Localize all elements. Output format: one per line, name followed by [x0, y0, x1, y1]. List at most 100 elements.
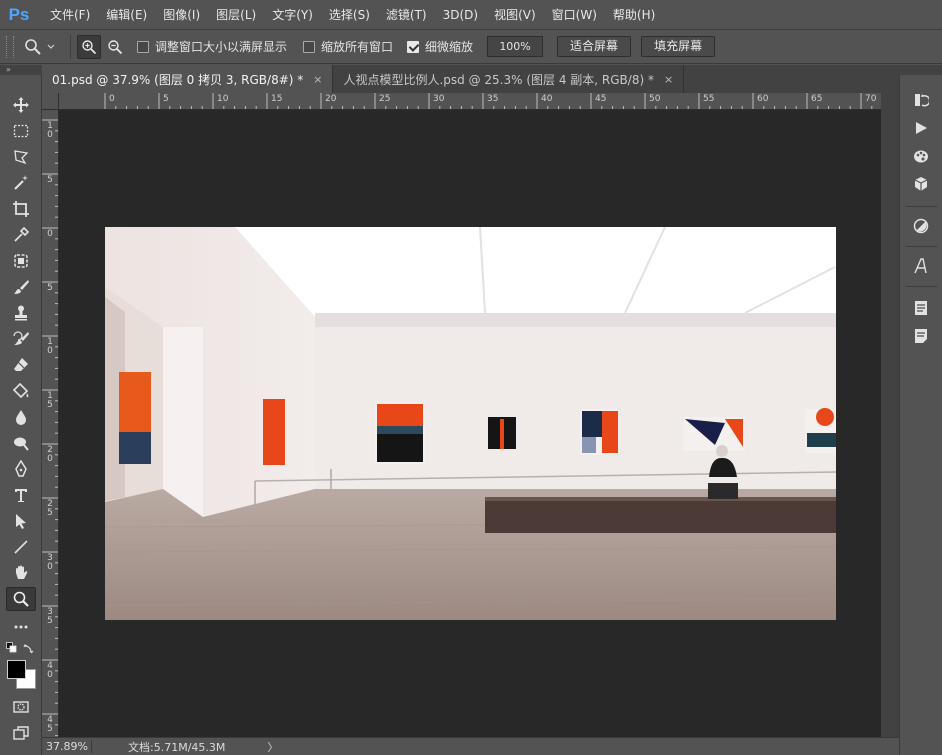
- close-icon[interactable]: ×: [664, 73, 673, 86]
- ruler-label: 0: [109, 94, 115, 104]
- status-menu-arrow[interactable]: 〉: [267, 739, 278, 755]
- paint-bucket-tool[interactable]: [6, 379, 36, 403]
- actions-panel-button[interactable]: [911, 118, 931, 138]
- status-bar: 37.89% 文档:5.71M/45.3M 〉: [42, 737, 899, 755]
- palette-icon: [914, 150, 928, 163]
- eyedropper-tool[interactable]: [6, 223, 36, 247]
- zoom-in-icon: [82, 39, 97, 54]
- document-canvas[interactable]: [59, 110, 881, 737]
- zoom-in-button[interactable]: [77, 34, 101, 59]
- scrubby-zoom-checkbox[interactable]: [407, 40, 420, 53]
- quick-mask-button[interactable]: [6, 695, 36, 719]
- menu-3d[interactable]: 3D(D): [435, 0, 486, 30]
- eraser-tool[interactable]: [6, 353, 36, 377]
- menu-layer[interactable]: 图层(L): [208, 0, 264, 30]
- options-grip[interactable]: [6, 35, 14, 58]
- character-panel-button[interactable]: [911, 256, 931, 276]
- gallery-render-image[interactable]: [105, 227, 836, 620]
- photoshop-logo[interactable]: Ps: [4, 0, 34, 30]
- resize-windows-label: 调整窗口大小以满屏显示: [155, 40, 288, 54]
- screen-mode-button[interactable]: [6, 721, 36, 745]
- ruler-origin[interactable]: [42, 93, 59, 110]
- crop-icon: [13, 201, 29, 217]
- ruler-label: 35: [487, 94, 499, 104]
- hand-tool[interactable]: [6, 561, 36, 585]
- horizontal-ruler[interactable]: 0 5 10 15 20 25 30 35 40 45 50 55 60 65 …: [59, 93, 881, 110]
- path-selection-tool[interactable]: [6, 509, 36, 533]
- ruler-label: 70: [865, 94, 877, 104]
- color-panel-button[interactable]: [911, 146, 931, 166]
- menu-image[interactable]: 图像(I): [155, 0, 208, 30]
- marquee-tool[interactable]: [6, 119, 36, 143]
- history-brush-tool[interactable]: [6, 327, 36, 351]
- panels-collapse-button[interactable]: [899, 65, 942, 75]
- vertical-ruler[interactable]: 1 0 5 0 5 1 0 1 5 2 0 2 5 3 0 3 5 4 0 4 …: [42, 110, 59, 737]
- adjustment-icon: [913, 218, 929, 234]
- tab-document-scale-figure[interactable]: 人视点模型比例人.psd @ 25.3% (图层 4 副本, RGB/8) * …: [333, 65, 685, 93]
- pen-tool[interactable]: [6, 457, 36, 481]
- blur-tool[interactable]: [6, 405, 36, 429]
- move-tool[interactable]: [6, 93, 36, 117]
- dodge-tool[interactable]: [6, 431, 36, 455]
- zoom-tool[interactable]: [6, 587, 36, 611]
- magic-wand-tool[interactable]: [6, 171, 36, 195]
- line-tool[interactable]: [6, 535, 36, 559]
- zoom-percent-field[interactable]: 100%: [487, 36, 544, 57]
- type-tool[interactable]: [6, 483, 36, 507]
- close-icon[interactable]: ×: [313, 73, 322, 86]
- 3d-panel-button[interactable]: [911, 174, 931, 194]
- resize-windows-option[interactable]: 调整窗口大小以满屏显示: [137, 38, 287, 55]
- menu-window[interactable]: 窗口(W): [544, 0, 605, 30]
- toolbar-collapse-button[interactable]: »: [0, 65, 42, 75]
- adjustments-panel-button[interactable]: [911, 216, 931, 236]
- history-icon: [915, 94, 929, 107]
- quick-mask-icon: [13, 701, 29, 713]
- zoom-all-windows-label: 缩放所有窗口: [321, 40, 394, 54]
- tool-preset-picker[interactable]: [24, 38, 64, 56]
- ruler-label: 20: [325, 94, 337, 104]
- status-zoom-field[interactable]: 37.89%: [42, 740, 92, 753]
- notes-panel-button[interactable]: [911, 326, 931, 346]
- default-colors-button[interactable]: [6, 642, 18, 654]
- ruler-label: 2 5: [47, 499, 53, 518]
- menu-edit[interactable]: 编辑(E): [98, 0, 155, 30]
- ruler-label: 30: [433, 94, 445, 104]
- properties-panel-button[interactable]: [911, 298, 931, 318]
- tools-panel: [0, 75, 42, 755]
- healing-brush-tool[interactable]: [6, 249, 36, 273]
- menu-filter[interactable]: 滤镜(T): [378, 0, 435, 30]
- brush-tool[interactable]: [6, 275, 36, 299]
- zoom-all-windows-checkbox[interactable]: [303, 40, 316, 53]
- menu-help[interactable]: 帮助(H): [605, 0, 663, 30]
- tab-document-01[interactable]: 01.psd @ 37.9% (图层 0 拷贝 3, RGB/8#) * ×: [42, 65, 334, 93]
- character-icon: [914, 258, 927, 274]
- swap-colors-button[interactable]: [23, 642, 35, 654]
- rectangle-marquee-icon: [13, 124, 29, 138]
- crop-tool[interactable]: [6, 197, 36, 221]
- scrubby-zoom-option[interactable]: 细微缩放: [407, 38, 473, 55]
- panel-divider: [906, 286, 937, 287]
- fill-screen-button[interactable]: 填充屏幕: [641, 36, 716, 57]
- eyedropper-icon: [14, 226, 30, 242]
- hand-icon: [16, 565, 28, 579]
- menu-file[interactable]: 文件(F): [42, 0, 98, 30]
- foreground-color-swatch[interactable]: [7, 660, 26, 679]
- ruler-label: 1 0: [47, 337, 53, 356]
- menu-select[interactable]: 选择(S): [321, 0, 378, 30]
- menu-view[interactable]: 视图(V): [486, 0, 544, 30]
- ruler-label: 40: [541, 94, 553, 104]
- ruler-label: 45: [595, 94, 607, 104]
- resize-windows-checkbox[interactable]: [137, 40, 149, 53]
- vertical-scrollbar[interactable]: [881, 93, 899, 737]
- clone-stamp-tool[interactable]: [6, 301, 36, 325]
- fit-screen-button[interactable]: 适合屏幕: [557, 36, 632, 57]
- zoom-all-windows-option[interactable]: 缩放所有窗口: [303, 38, 393, 55]
- ruler-label: 25: [379, 94, 391, 104]
- cube-icon: [914, 177, 928, 191]
- edit-toolbar-button[interactable]: [6, 615, 36, 639]
- menu-type[interactable]: 文字(Y): [264, 0, 321, 30]
- history-panel-button[interactable]: [911, 90, 931, 110]
- zoom-out-button[interactable]: [103, 35, 127, 59]
- ruler-label: 15: [271, 94, 283, 104]
- lasso-tool[interactable]: [6, 145, 36, 169]
